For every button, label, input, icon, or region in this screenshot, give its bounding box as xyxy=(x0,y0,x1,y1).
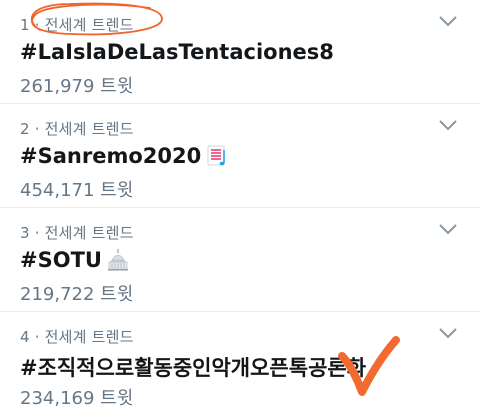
tweet-count: 219,722 트윗 xyxy=(20,284,134,305)
trend-title-text: #Sanremo2020 xyxy=(20,144,202,168)
trend-title-text: #SOTU xyxy=(20,248,102,272)
chevron-down-icon[interactable] xyxy=(438,118,458,132)
chevron-down-icon[interactable] xyxy=(438,14,458,28)
trend-item[interactable]: 3 · 전세계 트렌드 #SOTU 219,722 트윗 xyxy=(0,208,480,312)
trend-title: #Sanremo2020 xyxy=(20,144,229,168)
tweet-count: 261,979 트윗 xyxy=(20,76,134,97)
music-score-icon xyxy=(207,145,226,166)
trend-title-text: #LaIslaDeLasTentaciones8 xyxy=(20,40,334,64)
trend-title: #LaIslaDeLasTentaciones8 xyxy=(20,40,334,64)
capitol-building-icon xyxy=(107,249,128,271)
tweet-count: 234,169 트윗 xyxy=(20,388,134,409)
trend-item[interactable]: 4 · 전세계 트렌드 #조직적으로활동중인악개오픈톡공론화 234,169 트… xyxy=(0,312,480,418)
trend-item[interactable]: 2 · 전세계 트렌드 #Sanremo2020 454,171 트윗 xyxy=(0,104,480,208)
tweet-count: 454,171 트윗 xyxy=(20,180,134,201)
trend-list: 1 · 전세계 트렌드 #LaIslaDeLasTentaciones8 261… xyxy=(0,0,480,418)
trend-meta: 3 · 전세계 트렌드 xyxy=(20,224,134,242)
chevron-down-icon[interactable] xyxy=(438,222,458,236)
trend-item[interactable]: 1 · 전세계 트렌드 #LaIslaDeLasTentaciones8 261… xyxy=(0,0,480,104)
trend-meta: 2 · 전세계 트렌드 xyxy=(20,120,134,138)
chevron-down-icon[interactable] xyxy=(438,326,458,340)
trend-meta: 1 · 전세계 트렌드 xyxy=(20,16,134,34)
trend-title: #SOTU xyxy=(20,248,130,272)
trends-screen: 1 · 전세계 트렌드 #LaIslaDeLasTentaciones8 261… xyxy=(0,0,480,418)
trend-meta: 4 · 전세계 트렌드 xyxy=(20,328,134,346)
trend-title: #조직적으로활동중인악개오픈톡공론화 xyxy=(20,352,366,382)
trend-title-text: #조직적으로활동중인악개오픈톡공론화 xyxy=(20,356,367,380)
